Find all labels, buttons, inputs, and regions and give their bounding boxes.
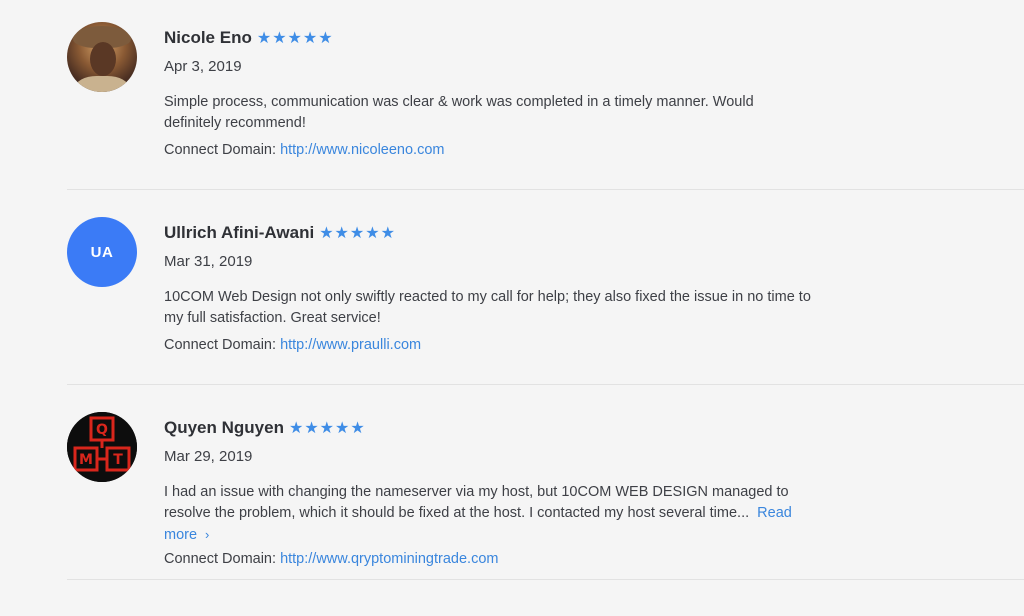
review-item: Nicole Eno ★★★★★ Apr 3, 2019 Simple proc… (0, 0, 1024, 195)
review-item: UA Ullrich Afini-Awani ★★★★★ Mar 31, 201… (0, 195, 1024, 390)
review-date: Mar 29, 2019 (164, 448, 253, 465)
domain-row: Connect Domain: http://www.nicoleeno.com (164, 142, 444, 158)
reviewer-header: Quyen Nguyen ★★★★★ (164, 417, 366, 439)
review-body: I had an issue with changing the nameser… (164, 484, 789, 521)
logo-letter-t: T (113, 452, 123, 468)
logo-letter-m: M (79, 452, 93, 468)
avatar-face (90, 42, 116, 76)
review-body: 10COM Web Design not only swiftly reacte… (164, 289, 811, 326)
domain-link[interactable]: http://www.praulli.com (280, 337, 421, 353)
domain-label: Connect Domain: (164, 551, 281, 567)
logo-letter-q: Q (96, 422, 108, 438)
review-text: Simple process, communication was clear … (164, 92, 814, 134)
reviewer-header: Ullrich Afini-Awani ★★★★★ (164, 222, 396, 244)
divider (67, 384, 1024, 385)
domain-label: Connect Domain: (164, 337, 281, 353)
avatar-shirt (75, 76, 129, 92)
divider (67, 579, 1024, 580)
review-body: Simple process, communication was clear … (164, 94, 754, 131)
reviewer-header: Nicole Eno ★★★★★ (164, 27, 334, 49)
reviewer-name: Quyen Nguyen (164, 418, 284, 437)
domain-link[interactable]: http://www.nicoleeno.com (280, 142, 444, 158)
chevron-right-icon: › (205, 527, 210, 542)
review-date: Mar 31, 2019 (164, 253, 253, 270)
reviewer-name: Ullrich Afini-Awani (164, 223, 315, 242)
avatar (67, 22, 137, 92)
review-date: Apr 3, 2019 (164, 58, 242, 75)
domain-label: Connect Domain: (164, 142, 281, 158)
avatar-initials: UA (90, 243, 114, 261)
domain-link[interactable]: http://www.qryptominingtrade.com (280, 551, 498, 567)
review-item: Q M T Quyen Nguyen ★★★★★ Mar 29, 2019 I … (0, 390, 1024, 585)
domain-row: Connect Domain: http://www.praulli.com (164, 337, 421, 353)
review-text: I had an issue with changing the nameser… (164, 482, 814, 546)
reviews-list: Nicole Eno ★★★★★ Apr 3, 2019 Simple proc… (0, 0, 1024, 616)
avatar: Q M T (67, 412, 137, 482)
review-text: 10COM Web Design not only swiftly reacte… (164, 287, 814, 329)
domain-row: Connect Domain: http://www.qryptominingt… (164, 551, 498, 567)
avatar: UA (67, 217, 137, 287)
reviewer-name: Nicole Eno (164, 28, 252, 47)
star-rating: ★★★★★ (256, 30, 334, 47)
star-rating: ★★★★★ (319, 225, 396, 242)
divider (67, 189, 1024, 190)
star-rating: ★★★★★ (288, 420, 366, 437)
qmt-logo-icon: Q M T (67, 412, 137, 482)
